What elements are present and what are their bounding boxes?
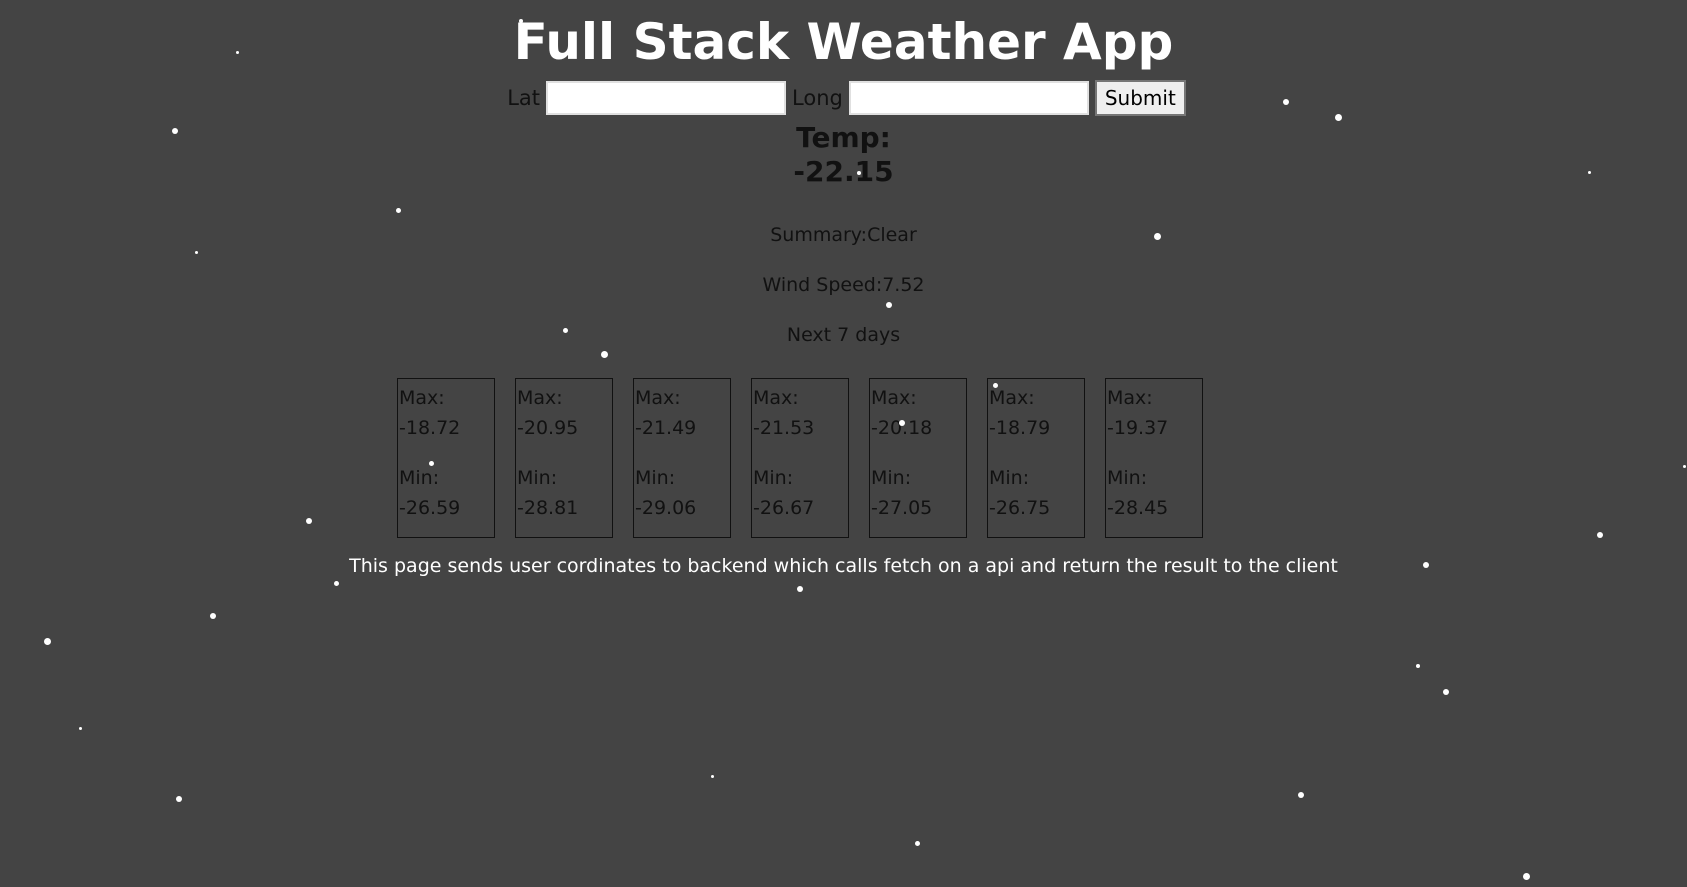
snowflake: [1298, 792, 1304, 798]
min-value: -28.45: [1107, 497, 1169, 519]
snowflake: [210, 613, 216, 619]
snowflake: [43, 637, 51, 645]
min-label: Min:: [399, 467, 440, 489]
snowflake: [797, 586, 803, 592]
min-value: -28.81: [517, 497, 579, 519]
forecast-heading: Next 7 days: [786, 324, 901, 346]
snowflake: [600, 350, 608, 358]
temp-value: -22.15: [793, 155, 894, 188]
max-label: Max:: [753, 387, 799, 409]
snowflake: [1416, 664, 1420, 668]
long-input[interactable]: [848, 81, 1089, 115]
max-value: -18.79: [989, 417, 1051, 439]
max-label: Max:: [399, 387, 445, 409]
min-label: Min:: [989, 467, 1030, 489]
snowflake: [395, 207, 401, 213]
page-title: Full Stack Weather App: [513, 13, 1174, 71]
forecast-day-card: Max: -18.79 Min: -26.75: [987, 378, 1085, 538]
max-value: -18.72: [399, 417, 461, 439]
snowflake: [1443, 689, 1449, 695]
forecast-day-card: Max: -21.53 Min: -26.67: [751, 378, 849, 538]
snowflake: [914, 840, 920, 846]
snowflake: [176, 796, 182, 802]
snowflake: [306, 518, 312, 524]
max-value: -20.95: [517, 417, 579, 439]
forecast-day-card: Max: -20.95 Min: -28.81: [515, 378, 613, 538]
snowflake: [1682, 464, 1686, 468]
min-label: Min:: [871, 467, 912, 489]
forecast-days: Max: -18.72 Min: -26.59 Max: -20.95 Min:…: [397, 378, 1223, 538]
submit-button[interactable]: Submit: [1094, 80, 1186, 116]
wind-speed-text: Wind Speed:7.52: [762, 274, 925, 296]
min-value: -26.75: [989, 497, 1051, 519]
footer-note: This page sends user cordinates to backe…: [349, 555, 1338, 577]
min-value: -27.05: [871, 497, 933, 519]
max-label: Max:: [635, 387, 681, 409]
max-label: Max:: [989, 387, 1035, 409]
temp-label: Temp:: [796, 121, 891, 154]
forecast-day-card: Max: -18.72 Min: -26.59: [397, 378, 495, 538]
max-value: -21.53: [753, 417, 815, 439]
min-label: Min:: [1107, 467, 1148, 489]
min-value: -26.59: [399, 497, 461, 519]
forecast-day-card: Max: -19.37 Min: -28.45: [1105, 378, 1203, 538]
lat-input[interactable]: [546, 81, 787, 115]
lat-label: Lat: [507, 86, 541, 110]
snowflake: [710, 774, 714, 778]
snowflake: [333, 580, 339, 586]
max-value: -20.18: [871, 417, 933, 439]
max-label: Max:: [517, 387, 563, 409]
forecast-day-card: Max: -21.49 Min: -29.06: [633, 378, 731, 538]
snowflake: [1522, 872, 1530, 880]
coordinates-form: Lat Long Submit: [0, 80, 1687, 116]
long-label: Long: [792, 86, 843, 110]
snowflake: [886, 302, 892, 308]
min-label: Min:: [753, 467, 794, 489]
max-value: -19.37: [1107, 417, 1169, 439]
max-label: Max:: [871, 387, 917, 409]
forecast-day-card: Max: -20.18 Min: -27.05: [869, 378, 967, 538]
snowflake: [194, 250, 198, 254]
snowflake: [1597, 532, 1603, 538]
max-label: Max:: [1107, 387, 1153, 409]
min-label: Min:: [517, 467, 558, 489]
min-label: Min:: [635, 467, 676, 489]
snowflake: [78, 726, 82, 730]
min-value: -29.06: [635, 497, 697, 519]
max-value: -21.49: [635, 417, 697, 439]
summary-text: Summary:Clear: [770, 224, 917, 246]
min-value: -26.67: [753, 497, 815, 519]
